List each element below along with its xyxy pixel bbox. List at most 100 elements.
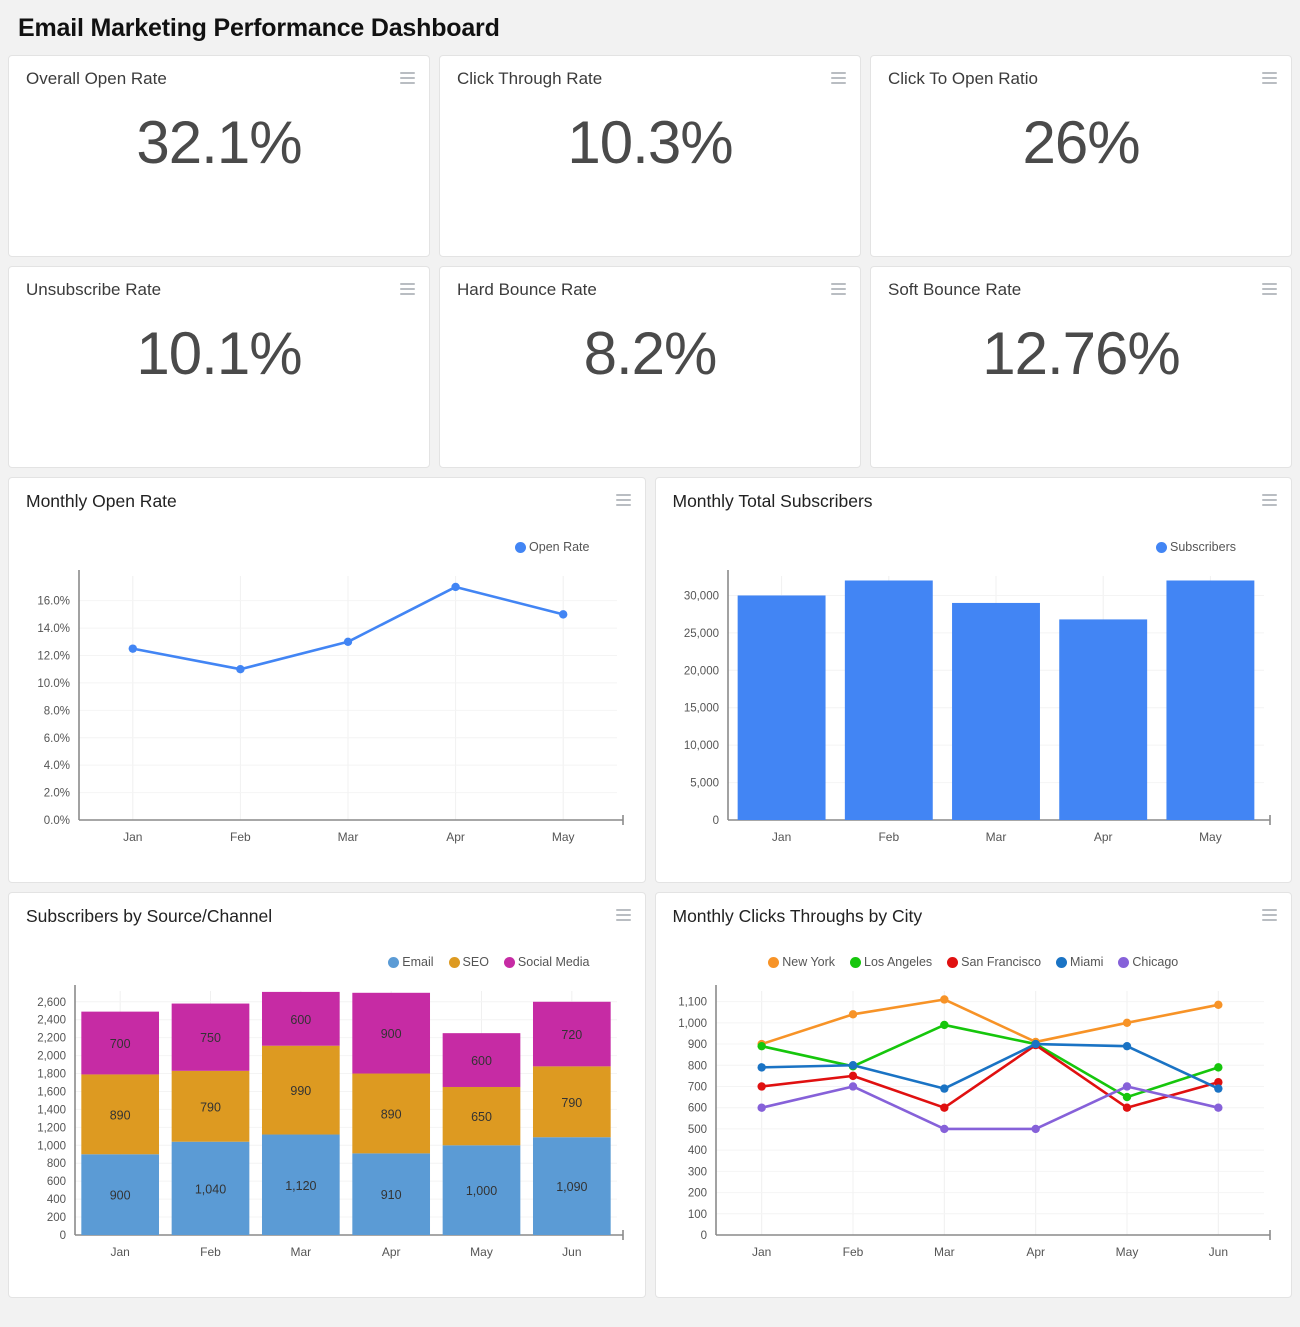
kpi-card-soft-bounce-rate[interactable]: Soft Bounce Rate 12.76% [870,266,1292,468]
card-header: Hard Bounce Rate [440,267,860,300]
svg-text:Mar: Mar [933,1245,954,1259]
chart-plot-area: Subscribers 0 5,000 10,000 15,000 20,000 25,0… [656,512,1292,872]
svg-text:10,000: 10,000 [683,740,718,752]
svg-text:790: 790 [200,1100,221,1114]
bar-chart-subscribers: 0 5,000 10,000 15,000 20,000 25,000 30,000 Jan F… [683,570,1271,844]
hamburger-menu-icon[interactable] [1262,283,1277,295]
kpi-title: Overall Open Rate [26,69,167,88]
card-header: Subscribers by Source/Channel [9,893,645,927]
kpi-title: Click To Open Ratio [888,69,1038,88]
chart-card-monthly-open-rate[interactable]: Monthly Open Rate Open Rate 0.0% 2.0% 4.0%… [8,477,646,883]
kpi-value: 8.2% [583,320,718,387]
svg-text:790: 790 [561,1096,582,1110]
kpi-title: Unsubscribe Rate [26,280,162,299]
svg-text:1,400: 1,400 [37,1104,66,1116]
svg-text:1,040: 1,040 [195,1182,226,1196]
card-header: Monthly Clicks Throughs by City [656,893,1292,927]
svg-text:700: 700 [110,1037,131,1051]
chart-plot-area: New York Los Angeles San Francisco Miami Chi… [656,927,1292,1287]
svg-text:0: 0 [712,815,718,827]
svg-text:1,100: 1,100 [678,997,707,1009]
line-chart-open-rate: 0.0% 2.0% 4.0% 6.0% 8.0% 10.0% 12.0% 14.0% 16.0%… [37,570,624,844]
svg-text:May: May [1115,1245,1138,1259]
chart-card-clicks-by-city[interactable]: Monthly Clicks Throughs by City New York… [654,892,1292,1298]
hamburger-menu-icon[interactable] [831,72,846,84]
svg-text:100: 100 [687,1209,706,1221]
svg-text:900: 900 [110,1189,131,1203]
svg-text:20,000: 20,000 [683,665,718,677]
svg-text:600: 600 [687,1103,706,1115]
hamburger-menu-icon[interactable] [400,72,415,84]
chart-title: Monthly Clicks Throughs by City [672,906,923,926]
svg-text:2.0%: 2.0% [44,788,70,800]
svg-text:600: 600 [471,1054,492,1068]
svg-text:Mar: Mar [985,830,1006,844]
chart-card-monthly-total-subscribers[interactable]: Monthly Total Subscribers Subscribers 05… [654,477,1292,883]
chart-title: Monthly Open Rate [26,491,177,511]
chart-card-subscribers-by-source[interactable]: Subscribers by Source/Channel Email SEO So… [8,892,646,1298]
kpi-card-unsubscribe-rate[interactable]: Unsubscribe Rate 10.1% [8,266,430,468]
card-header: Soft Bounce Rate [871,267,1291,300]
kpi-card-hard-bounce-rate[interactable]: Hard Bounce Rate 8.2% [439,266,861,468]
svg-text:1,090: 1,090 [556,1180,587,1194]
svg-text:890: 890 [381,1107,402,1121]
svg-text:Jan: Jan [771,830,790,844]
hamburger-menu-icon[interactable] [615,494,631,506]
svg-text:8.0%: 8.0% [44,705,70,717]
kpi-card-click-through-rate[interactable]: Click Through Rate 10.3% [439,55,861,257]
svg-text:1,000: 1,000 [466,1184,497,1198]
svg-text:Apr: Apr [382,1245,401,1259]
svg-text:650: 650 [471,1110,492,1124]
kpi-value: 10.3% [567,109,733,176]
svg-text:890: 890 [110,1108,131,1122]
svg-text:1,600: 1,600 [37,1086,66,1098]
svg-text:May: May [552,830,575,844]
svg-text:10.0%: 10.0% [37,678,70,690]
hamburger-menu-icon[interactable] [400,283,415,295]
svg-text:800: 800 [47,1158,66,1170]
svg-text:May: May [1199,830,1222,844]
hamburger-menu-icon[interactable] [1262,494,1277,506]
hamburger-menu-icon[interactable] [615,909,631,921]
hamburger-menu-icon[interactable] [1262,72,1277,84]
svg-text:1,000: 1,000 [37,1140,66,1152]
svg-text:0: 0 [700,1230,706,1242]
svg-text:1,200: 1,200 [37,1122,66,1134]
hamburger-menu-icon[interactable] [831,283,846,295]
svg-text:720: 720 [561,1028,582,1042]
svg-text:Mar: Mar [290,1245,311,1259]
svg-text:May: May [470,1245,493,1259]
kpi-card-click-to-open-ratio[interactable]: Click To Open Ratio 26% [870,55,1292,257]
svg-text:Feb: Feb [842,1245,863,1259]
svg-text:2,000: 2,000 [37,1051,66,1063]
svg-text:500: 500 [687,1124,706,1136]
svg-text:2,400: 2,400 [37,1015,66,1027]
kpi-value: 12.76% [982,320,1181,387]
svg-text:910: 910 [381,1188,402,1202]
svg-text:300: 300 [687,1166,706,1178]
kpi-title: Click Through Rate [457,69,603,88]
hamburger-menu-icon[interactable] [1262,909,1277,921]
card-header: Click Through Rate [440,56,860,89]
svg-text:900: 900 [687,1039,706,1051]
svg-text:15,000: 15,000 [683,703,718,715]
chart-row-2: Subscribers by Source/Channel Email SEO So… [0,892,1300,1298]
svg-text:0.0%: 0.0% [44,815,70,827]
svg-text:2,200: 2,200 [37,1033,66,1045]
svg-text:400: 400 [47,1194,66,1206]
svg-text:Apr: Apr [1026,1245,1045,1259]
chart-row-1: Monthly Open Rate Open Rate 0.0% 2.0% 4.0%… [0,477,1300,883]
svg-text:800: 800 [687,1060,706,1072]
svg-text:200: 200 [687,1188,706,1200]
kpi-card-overall-open-rate[interactable]: Overall Open Rate 32.1% [8,55,430,257]
svg-text:Mar: Mar [338,830,359,844]
kpi-row-2: Unsubscribe Rate 10.1% Hard Bounce Rate … [0,266,1300,468]
card-header: Monthly Open Rate [9,478,645,512]
chart-title: Subscribers by Source/Channel [26,906,273,926]
svg-text:14.0%: 14.0% [37,623,70,635]
svg-text:12.0%: 12.0% [37,651,70,663]
svg-text:750: 750 [200,1031,221,1045]
svg-text:600: 600 [290,1013,311,1027]
chart-plot-area: Email SEO Social Media 0 200 400 600 800 1,000 1… [9,927,645,1287]
card-header: Click To Open Ratio [871,56,1291,89]
